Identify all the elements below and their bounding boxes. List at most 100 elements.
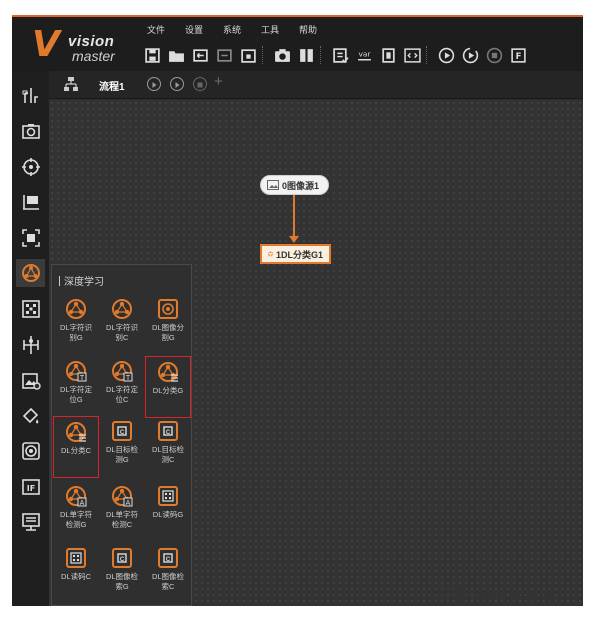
svg-text:C: C — [120, 557, 125, 563]
node-dl-classify-label: 1DL分类G1 — [275, 249, 323, 260]
process-tab-bar: 流程1 + — [49, 71, 583, 99]
image-process-icon[interactable] — [16, 367, 45, 395]
dl-tool-item[interactable]: A DL单字符 检测C — [99, 481, 145, 543]
image-icon — [267, 180, 279, 190]
node-connector — [293, 195, 295, 237]
tab-stop-icon[interactable] — [193, 77, 207, 91]
dl-tool-label: DL图像检 索G — [105, 572, 139, 591]
menu-file[interactable]: 文件 — [138, 23, 176, 36]
terminal-icon[interactable] — [376, 44, 400, 66]
node-image-source[interactable]: 0图像源1 — [260, 175, 329, 195]
tab-run-loop-icon[interactable] — [170, 77, 184, 91]
dl-tool-label: DL字符识 别C — [105, 323, 139, 342]
color-icon[interactable] — [16, 402, 45, 430]
crop-icon[interactable] — [16, 224, 45, 252]
grid-icon[interactable] — [294, 44, 318, 66]
dl-ocr-icon — [111, 298, 133, 320]
dl-tool-item[interactable]: DL图像分 割G — [145, 294, 191, 356]
open-folder-icon[interactable] — [164, 44, 188, 66]
dl-single-char-icon: A — [65, 485, 87, 507]
menu-bar: 文件 设置 系统 工具 帮助 — [138, 23, 328, 36]
dl-tool-item[interactable]: C DL图像检 索G — [99, 543, 145, 605]
menu-help[interactable]: 帮助 — [290, 23, 328, 36]
camera-icon[interactable] — [16, 117, 45, 145]
dl-tool-item[interactable]: DL分类C — [53, 416, 99, 478]
toolbar-separator — [262, 46, 268, 64]
dl-tool-item[interactable]: DL字符识 别G — [53, 294, 99, 356]
node-image-source-label: 0图像源1 — [282, 180, 320, 191]
calibration-icon[interactable] — [16, 295, 45, 323]
node-dl-classify[interactable]: 1DL分类G1 — [260, 244, 331, 264]
vision-master-window: V vision master 文件 设置 系统 工具 帮助 var F IF … — [12, 15, 583, 606]
save-icon[interactable] — [140, 44, 164, 66]
watermark: 知乎 @visionman — [436, 588, 561, 605]
dl-tool-label: DL字符定 位G — [59, 385, 93, 404]
dl-tool-item[interactable]: C DL目标检 测G — [99, 416, 145, 478]
add-process-icon[interactable]: + — [214, 73, 223, 90]
frame-icon[interactable]: F — [506, 44, 530, 66]
stop-icon[interactable] — [482, 44, 506, 66]
deep-learning-panel: 深度学习 DL字符识 别G DL字符识 别C DL图像分 割G T DL字符定 位G T D… — [51, 264, 192, 606]
align-icon[interactable] — [16, 331, 45, 359]
svg-text:IF: IF — [26, 484, 34, 493]
svg-text:A: A — [126, 500, 131, 507]
dl-tool-item[interactable]: T DL字符定 位G — [53, 356, 99, 418]
dl-tool-label: DL分类C — [60, 446, 91, 455]
checklist-icon[interactable] — [328, 44, 352, 66]
svg-text:A: A — [80, 500, 85, 507]
dl-single-char-icon: A — [111, 485, 133, 507]
dl-tool-item[interactable]: C DL图像检 索C — [145, 543, 191, 605]
dl-tool-item[interactable]: C DL目标检 测C — [145, 416, 191, 478]
process-tree-icon[interactable] — [63, 76, 79, 97]
dl-tool-label: DL字符识 别G — [59, 323, 93, 342]
dl-tool-label: DL读码C — [60, 572, 91, 581]
target-icon[interactable] — [16, 153, 45, 181]
dl-barcode-icon — [65, 547, 87, 569]
menu-system[interactable]: 系统 — [214, 23, 252, 36]
dl-tool-item[interactable]: DL读码G — [145, 481, 191, 543]
camera-icon[interactable] — [270, 44, 294, 66]
image-acquire-icon[interactable] — [16, 81, 45, 109]
dl-tool-label: DL目标检 测G — [105, 445, 139, 464]
dl-tool-item[interactable]: T DL字符定 位C — [99, 356, 145, 418]
communication-icon[interactable] — [16, 508, 45, 536]
code-icon[interactable] — [400, 44, 424, 66]
logo-text-master: master — [72, 48, 115, 64]
undo-icon[interactable] — [188, 44, 212, 66]
redo-icon[interactable] — [212, 44, 236, 66]
dl-tool-item[interactable]: DL字符识 别C — [99, 294, 145, 356]
dl-tool-item[interactable]: DL读码C — [53, 543, 99, 605]
app-logo: V vision master — [20, 23, 130, 65]
svg-text:T: T — [80, 375, 85, 382]
panel-title-text: 深度学习 — [64, 277, 104, 288]
variable-icon[interactable]: var — [352, 44, 376, 66]
svg-text:var: var — [358, 49, 371, 58]
dl-ocr-icon — [65, 298, 87, 320]
dl-tool-item[interactable]: A DL单字符 检测G — [53, 481, 99, 543]
panel-title: 深度学习 — [59, 273, 104, 288]
if-icon[interactable]: IF — [16, 473, 45, 501]
svg-text:T: T — [126, 375, 131, 382]
dl-barcode-icon — [157, 485, 179, 507]
run-loop-icon[interactable] — [458, 44, 482, 66]
tab-process-1[interactable]: 流程1 — [99, 78, 125, 93]
defect-icon[interactable] — [16, 437, 45, 465]
run-once-icon[interactable] — [434, 44, 458, 66]
dl-tool-label: DL单字符 检测C — [105, 510, 139, 529]
logo-v: V — [32, 24, 60, 65]
tool-category-rail: IF — [12, 71, 49, 606]
dl-retrieve-icon: C — [157, 547, 179, 569]
measure-icon[interactable] — [16, 188, 45, 216]
tab-run-once-icon[interactable] — [147, 77, 161, 91]
menu-tools[interactable]: 工具 — [252, 23, 290, 36]
dl-classify-icon — [157, 361, 179, 383]
dl-tool-label: DL单字符 检测G — [59, 510, 93, 529]
connector-arrow-icon — [289, 236, 299, 243]
dl-classify-icon — [65, 421, 87, 443]
deep-learning-icon[interactable] — [16, 259, 45, 287]
dl-tool-item[interactable]: DL分类G — [145, 356, 191, 418]
header: V vision master 文件 设置 系统 工具 帮助 var F — [12, 17, 583, 71]
dl-tool-label: DL图像检 索C — [151, 572, 185, 591]
menu-settings[interactable]: 设置 — [176, 23, 214, 36]
lock-icon[interactable] — [236, 44, 260, 66]
